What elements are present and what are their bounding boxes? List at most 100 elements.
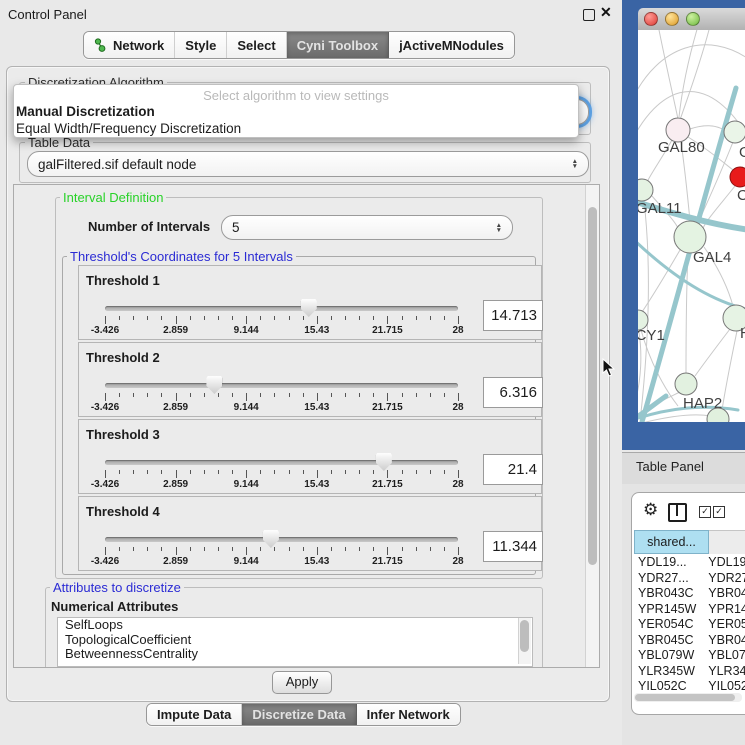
panel-title: Control Panel bbox=[8, 7, 87, 22]
tick-mark bbox=[331, 393, 332, 397]
tick-mark bbox=[119, 470, 120, 474]
table-row[interactable]: YLR345WYLR345W bbox=[634, 664, 745, 680]
tab-network[interactable]: Network bbox=[84, 32, 175, 58]
close-traffic-light-icon[interactable] bbox=[644, 12, 658, 26]
list-item[interactable]: BetweennessCentrality bbox=[58, 647, 532, 662]
tick-mark bbox=[402, 547, 403, 551]
algorithm-prompt: Select algorithm to view settings bbox=[14, 85, 578, 103]
checkbox-icon[interactable]: ✓ bbox=[713, 506, 725, 518]
close-icon[interactable]: ✕ bbox=[600, 4, 612, 21]
numerical-attributes-list[interactable]: SelfLoopsTopologicalCoefficientBetweenne… bbox=[57, 617, 533, 667]
network-graph[interactable]: GAL80GACGAL11GAL4GCY1HHAP2 bbox=[638, 30, 745, 422]
table-row[interactable]: YER054CYER054C bbox=[634, 617, 745, 633]
tick-mark bbox=[458, 470, 459, 478]
apply-button[interactable]: Apply bbox=[272, 671, 332, 694]
table-horizontal-scrollbar[interactable] bbox=[634, 693, 742, 702]
attributes-group-label: Attributes to discretize bbox=[50, 580, 184, 595]
tab-discretize-data[interactable]: Discretize Data bbox=[242, 704, 356, 725]
table-data-combo[interactable]: galFiltered.sif default node ▲▼ bbox=[27, 151, 589, 177]
slider-thumb[interactable] bbox=[301, 299, 317, 317]
tick-mark bbox=[387, 470, 388, 478]
tick-mark bbox=[373, 316, 374, 320]
tick-mark bbox=[274, 470, 275, 474]
table-row[interactable]: YDL19...YDL19... bbox=[634, 555, 745, 571]
tab-style[interactable]: Style bbox=[175, 32, 227, 58]
table-row[interactable]: YIL052CYIL052C bbox=[634, 679, 745, 692]
slider-track[interactable] bbox=[105, 460, 458, 465]
zoom-traffic-light-icon[interactable] bbox=[686, 12, 700, 26]
tick-label: 9.144 bbox=[234, 325, 259, 336]
interval-definition-label: Interval Definition bbox=[60, 190, 166, 205]
tick-label: 9.144 bbox=[234, 402, 259, 413]
network-node-c[interactable] bbox=[730, 167, 745, 187]
tick-mark bbox=[204, 470, 205, 474]
tick-label: 21.715 bbox=[372, 402, 403, 413]
algorithm-option-manual-discretization[interactable]: Manual Discretization bbox=[14, 103, 578, 120]
tick-mark bbox=[345, 316, 346, 320]
tick-label: -3.426 bbox=[91, 556, 119, 567]
attributes-scrollbar[interactable] bbox=[518, 618, 531, 664]
network-window-titlebar[interactable] bbox=[638, 8, 745, 31]
tab-label: Network bbox=[113, 38, 164, 53]
network-canvas[interactable]: GAL80GACGAL11GAL4GCY1HHAP2 bbox=[638, 30, 745, 422]
tick-mark bbox=[331, 316, 332, 320]
split-columns-icon[interactable] bbox=[668, 503, 687, 522]
network-node-gal11[interactable] bbox=[638, 179, 653, 201]
table-row[interactable]: YBL079WYBL079W bbox=[634, 648, 745, 664]
list-item[interactable]: SelfLoops bbox=[58, 618, 532, 633]
network-node-ga[interactable] bbox=[724, 121, 745, 143]
tab-infer-network[interactable]: Infer Network bbox=[357, 704, 460, 725]
tab-select[interactable]: Select bbox=[227, 32, 286, 58]
checkbox-icon[interactable]: ✓ bbox=[699, 506, 711, 518]
tick-mark bbox=[246, 470, 247, 478]
tab-jactivemnodules[interactable]: jActiveMNodules bbox=[389, 32, 514, 58]
tick-mark bbox=[274, 316, 275, 320]
cell-name: YPR145W bbox=[702, 602, 745, 618]
threshold-value-field[interactable]: 6.316 bbox=[483, 377, 543, 408]
slider-thumb[interactable] bbox=[376, 453, 392, 471]
tick-mark bbox=[430, 470, 431, 474]
tick-mark bbox=[246, 547, 247, 555]
cell-shared-name: YER054C bbox=[634, 617, 702, 633]
tick-label: 15.43 bbox=[304, 325, 329, 336]
tick-mark bbox=[176, 547, 177, 555]
threshold-value-field[interactable]: 11.344 bbox=[483, 531, 543, 562]
tick-mark bbox=[218, 470, 219, 474]
tick-mark bbox=[458, 547, 459, 555]
minimize-traffic-light-icon[interactable] bbox=[665, 12, 679, 26]
table-row[interactable]: YDR27...YDR27... bbox=[634, 571, 745, 587]
cell-shared-name: YIL052C bbox=[634, 679, 702, 692]
network-node-label: GAL11 bbox=[638, 200, 682, 217]
tick-label: 15.43 bbox=[304, 556, 329, 567]
threshold-value-field[interactable]: 14.713 bbox=[483, 300, 543, 331]
slider-track[interactable] bbox=[105, 306, 458, 311]
column-header-name[interactable]: name bbox=[709, 530, 745, 554]
tick-mark bbox=[246, 316, 247, 324]
tick-mark bbox=[274, 547, 275, 551]
cell-name: YER054C bbox=[702, 617, 745, 633]
gear-icon[interactable]: ⚙ bbox=[643, 500, 658, 520]
tick-mark bbox=[147, 547, 148, 551]
cell-shared-name: YPR145W bbox=[634, 602, 702, 618]
algorithm-option-equal-width-frequency-discretization[interactable]: Equal Width/Frequency Discretization bbox=[14, 120, 578, 137]
tab-cyni-toolbox[interactable]: Cyni Toolbox bbox=[287, 32, 389, 58]
network-node-hap2[interactable] bbox=[675, 373, 697, 395]
tick-label: 28 bbox=[452, 479, 463, 490]
table-row[interactable]: YBR045CYBR045C bbox=[634, 633, 745, 649]
threshold-value-field[interactable]: 21.4 bbox=[483, 454, 543, 485]
table-row[interactable]: YPR145WYPR145W bbox=[634, 602, 745, 618]
number-of-intervals-spinner[interactable]: 5 ▲▼ bbox=[221, 215, 513, 240]
tab-impute-data[interactable]: Impute Data bbox=[147, 704, 242, 725]
tick-mark bbox=[359, 316, 360, 320]
list-item[interactable]: TopologicalCoefficient bbox=[58, 633, 532, 648]
vertical-scrollbar[interactable] bbox=[585, 185, 599, 667]
threshold-coordinates-label: Threshold's Coordinates for 5 Intervals bbox=[67, 249, 296, 264]
table-row[interactable]: YBR043CYBR043C bbox=[634, 586, 745, 602]
tick-label: 9.144 bbox=[234, 479, 259, 490]
column-header-shared[interactable]: shared... bbox=[634, 530, 709, 554]
slider-track[interactable] bbox=[105, 537, 458, 542]
slider-thumb[interactable] bbox=[263, 530, 279, 548]
float-window-icon[interactable] bbox=[583, 9, 595, 21]
slider-thumb[interactable] bbox=[206, 376, 222, 394]
slider-track[interactable] bbox=[105, 383, 458, 388]
